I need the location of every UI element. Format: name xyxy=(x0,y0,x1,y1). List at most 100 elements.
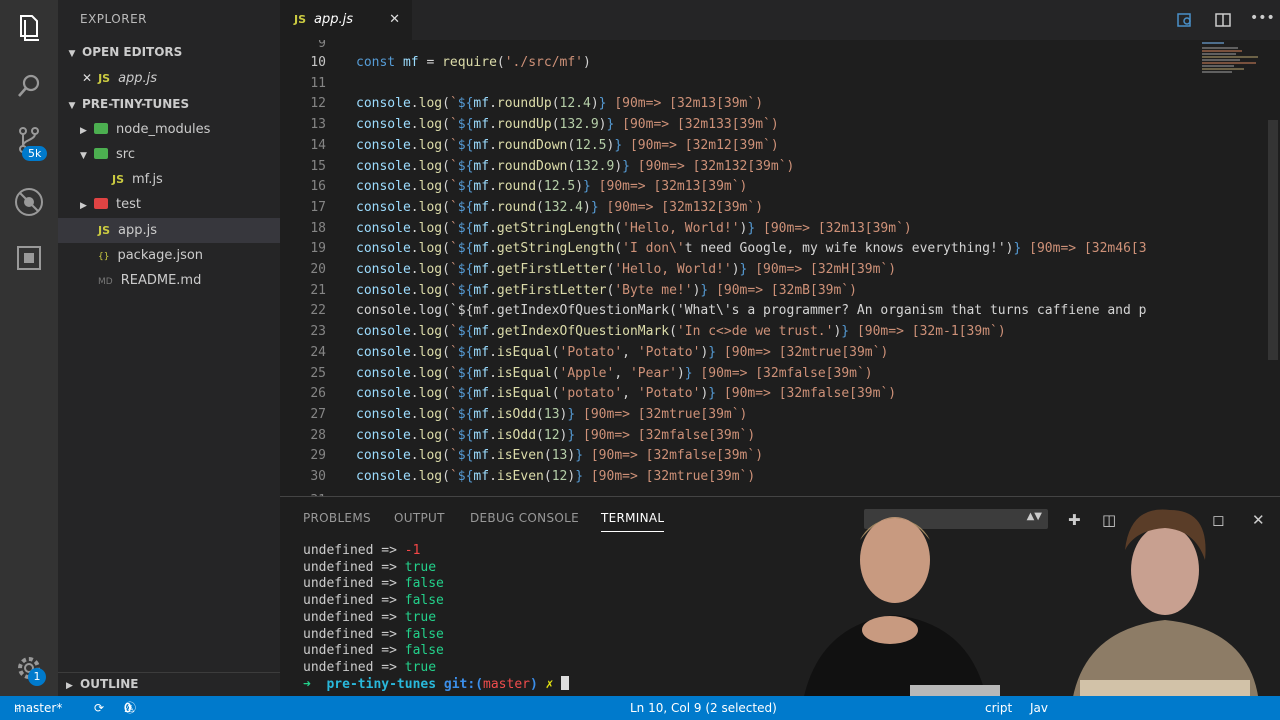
webcam-overlay: JS xyxy=(800,509,1260,720)
terminal-output-line: undefined => true xyxy=(303,559,436,576)
cursor-position[interactable]: Ln 10, Col 9 (2 selected) xyxy=(630,696,777,720)
tree-item-app-js[interactable]: JS app.js xyxy=(58,218,280,243)
folder-icon xyxy=(94,123,108,134)
tree-item-label: node_modules xyxy=(116,122,211,137)
line-number: 18 xyxy=(310,220,326,236)
line-number: 28 xyxy=(310,427,326,443)
code-editor[interactable]: 9 10 const mf = require('./src/mf') 11 12 co… xyxy=(280,40,1280,496)
tab-app-js[interactable]: JS app.js ✕ xyxy=(280,0,412,40)
chevron-right-icon: ▶ xyxy=(66,681,73,691)
tree-item-mf-js[interactable]: JS mf.js xyxy=(58,167,280,192)
json-file-icon: {} xyxy=(98,252,110,262)
line-code: console.log(`${mf.isEqual('potato', 'Pot… xyxy=(356,386,897,402)
more-actions-icon[interactable]: ••• xyxy=(1250,10,1275,26)
editor-scrollbar[interactable] xyxy=(1268,120,1278,360)
debug-icon[interactable] xyxy=(13,186,45,218)
prompt-git: git:( xyxy=(443,677,484,692)
line-number: 15 xyxy=(310,158,326,174)
tree-item-node-modules[interactable]: ▶ node_modules xyxy=(58,117,280,142)
explorer-icon[interactable] xyxy=(13,12,45,44)
line-code: console.log(`${mf.isOdd(13)} [90m=> [32m… xyxy=(356,406,748,422)
line-number: 30 xyxy=(310,469,326,484)
tab-output[interactable]: OUTPUT xyxy=(394,511,445,525)
terminal-output-value: false xyxy=(404,576,444,592)
terminal-output-value: false xyxy=(404,593,444,609)
chevron-down-icon: ▼ xyxy=(68,101,76,111)
line-number: 25 xyxy=(310,365,326,381)
terminal-output-line: undefined => -1 xyxy=(303,542,420,559)
terminal-output-label: undefined => xyxy=(303,576,405,592)
line-code: console.log(`${mf.round(12.5)} [90m=> [3… xyxy=(356,179,748,195)
minimap[interactable] xyxy=(1198,40,1262,80)
line-number: 26 xyxy=(310,386,326,402)
language-mode-partial-2[interactable]: Jav xyxy=(1030,696,1048,720)
folder-icon xyxy=(94,198,108,209)
status-bar: ⑂ master* ⟳ ⓧ 0 ⚠ 0 Ln 10, Col 9 (2 sele… xyxy=(0,696,1280,720)
terminal-output-value: true xyxy=(404,609,437,625)
terminal-output-label: undefined => xyxy=(303,543,405,558)
split-editor-icon[interactable] xyxy=(1214,12,1232,28)
close-icon[interactable]: ✕ xyxy=(389,0,400,40)
terminal-output-value: false xyxy=(404,643,444,659)
project-section[interactable]: ▼ PRE-TINY-TUNES xyxy=(58,93,280,115)
prompt-directory: pre-tiny-tunes xyxy=(326,677,437,692)
line-number: 10 xyxy=(310,55,326,70)
terminal-output-label: undefined => xyxy=(303,609,405,625)
line-number: 13 xyxy=(310,117,326,133)
line-code: console.log(`${mf.round(132.4)} [90m=> [… xyxy=(356,199,764,215)
language-mode-partial[interactable]: cript xyxy=(985,696,1012,720)
sync-icon[interactable]: ⟳ xyxy=(94,696,104,720)
editor-tab-bar: JS app.js ✕ ••• xyxy=(280,0,1280,40)
terminal-prompt[interactable]: ➜ pre-tiny-tunes git:(master) ✗ xyxy=(303,676,570,693)
tree-item-label: package.json xyxy=(117,248,204,263)
explorer-sidebar: EXPLORER ▼ OPEN EDITORS ✕ JS app.js ▼ PRE-TI… xyxy=(58,0,280,696)
line-number: 20 xyxy=(310,262,326,277)
tab-terminal[interactable]: TERMINAL xyxy=(601,511,665,532)
tree-item-package-json[interactable]: {} package.json xyxy=(58,243,280,268)
terminal-output-line: undefined => false xyxy=(303,575,444,592)
js-file-icon: JS xyxy=(98,224,111,237)
tab-problems[interactable]: PROBLEMS xyxy=(303,511,371,525)
line-number: 27 xyxy=(310,406,326,422)
line-number: 16 xyxy=(310,179,326,195)
tree-item-label: test xyxy=(116,197,141,212)
search-icon[interactable] xyxy=(13,70,45,102)
extensions-icon[interactable] xyxy=(13,242,45,274)
line-code: console.log(`${mf.roundUp(12.4)} [90m=> … xyxy=(356,96,764,112)
warning-count: 0 xyxy=(124,701,132,715)
chevron-right-icon: ▶ xyxy=(80,201,87,211)
chevron-down-icon: ▼ xyxy=(68,49,76,59)
tree-item-readme[interactable]: MD README.md xyxy=(58,268,280,293)
markdown-file-icon: MD xyxy=(98,277,113,287)
terminal-output-value: false xyxy=(404,626,444,642)
tree-item-label: app.js xyxy=(118,223,158,238)
line-code: console.log(`${mf.getIndexOfQuestionMark… xyxy=(356,303,1147,319)
chevron-right-icon: ▶ xyxy=(80,126,87,136)
terminal-output-label: undefined => xyxy=(303,593,405,609)
outline-label: OUTLINE xyxy=(80,677,139,691)
tree-item-src[interactable]: ▼ src xyxy=(58,142,280,167)
tab-debug-console[interactable]: DEBUG CONSOLE xyxy=(470,511,579,525)
open-editors-section[interactable]: ▼ OPEN EDITORS xyxy=(58,41,280,63)
line-number: 23 xyxy=(310,324,326,340)
line-code: console.log(`${mf.roundUp(132.9)} [90m=>… xyxy=(356,117,779,133)
tree-item-test[interactable]: ▶ test xyxy=(58,192,280,217)
terminal-output-label: undefined => xyxy=(303,626,405,642)
line-number: 29 xyxy=(310,448,326,464)
scm-badge: 5k xyxy=(22,146,48,161)
open-changes-icon[interactable] xyxy=(1176,12,1194,28)
outline-section[interactable]: ▶ OUTLINE xyxy=(58,672,280,696)
terminal-output-line: undefined => false xyxy=(303,592,444,609)
line-code: console.log(`${mf.getStringLength('I don… xyxy=(356,241,1147,257)
line-number: 24 xyxy=(310,344,326,360)
close-icon[interactable]: ✕ xyxy=(82,71,92,85)
line-number: 22 xyxy=(310,303,326,319)
line-code: console.log(`${mf.roundDown(12.5)} [90m=… xyxy=(356,137,779,153)
tree-item-label: README.md xyxy=(120,273,202,288)
open-editor-item[interactable]: ✕ JS app.js xyxy=(58,66,280,91)
folder-icon xyxy=(94,148,108,159)
line-number: 12 xyxy=(310,96,326,112)
line-number: 11 xyxy=(310,75,326,91)
prompt-arrow: ➜ xyxy=(303,677,311,692)
terminal-output-line: undefined => true xyxy=(303,659,436,676)
